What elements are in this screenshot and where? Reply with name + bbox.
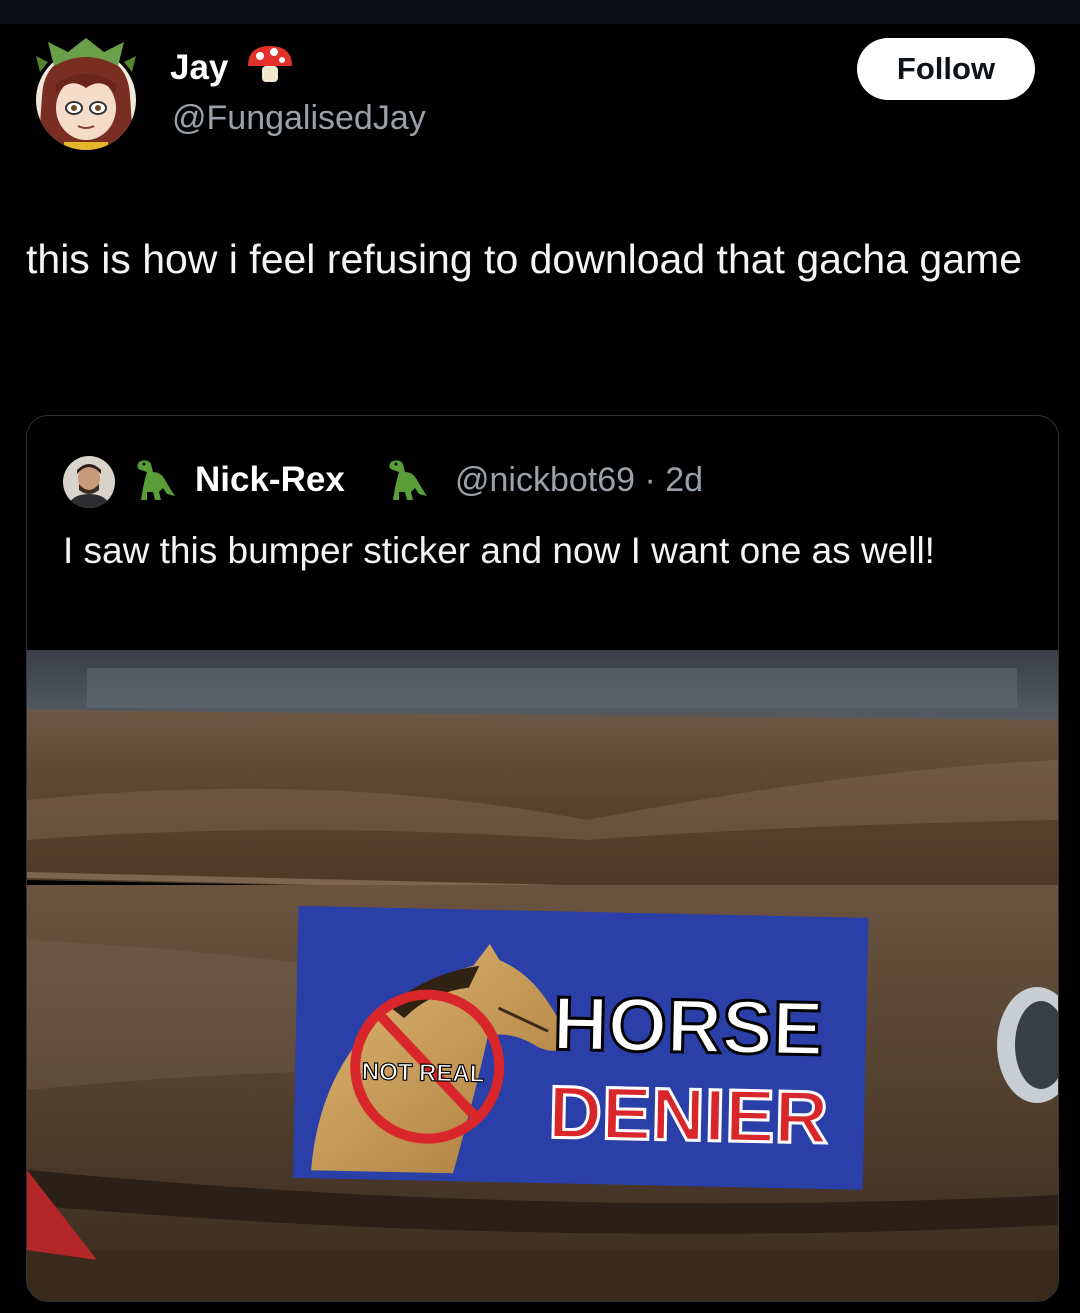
top-strip [0,0,1080,24]
tweet-text: this is how i feel refusing to download … [26,236,1022,282]
author-handle[interactable]: @FungalisedJay [172,98,426,138]
sticker-word-denier: DENIER [548,1070,829,1159]
not-real-label: NOT REAL [362,1058,485,1088]
bumper-sticker-photo[interactable]: NOT REAL HORSE DENIER [27,650,1058,1301]
sticker-word-horse: HORSE [552,981,824,1072]
quoted-tweet[interactable]: Nick-Rex @nickbot69 · 2d I saw this bump… [26,415,1059,1302]
quoted-author-handle[interactable]: @nickbot69 · 2d [455,460,703,500]
author-avatar[interactable] [34,36,138,154]
follow-button[interactable]: Follow [857,38,1035,100]
quoted-tweet-text: I saw this bumper sticker and now I want… [63,530,935,571]
bumper-sticker: NOT REAL HORSE DENIER [292,905,869,1190]
dinosaur-icon [137,460,175,500]
mushroom-icon [248,46,292,82]
quoted-author-avatar[interactable] [63,456,115,508]
author-name[interactable]: Jay [170,48,228,88]
dinosaur-icon [389,460,427,500]
quoted-author-name[interactable]: Nick-Rex [195,460,345,500]
